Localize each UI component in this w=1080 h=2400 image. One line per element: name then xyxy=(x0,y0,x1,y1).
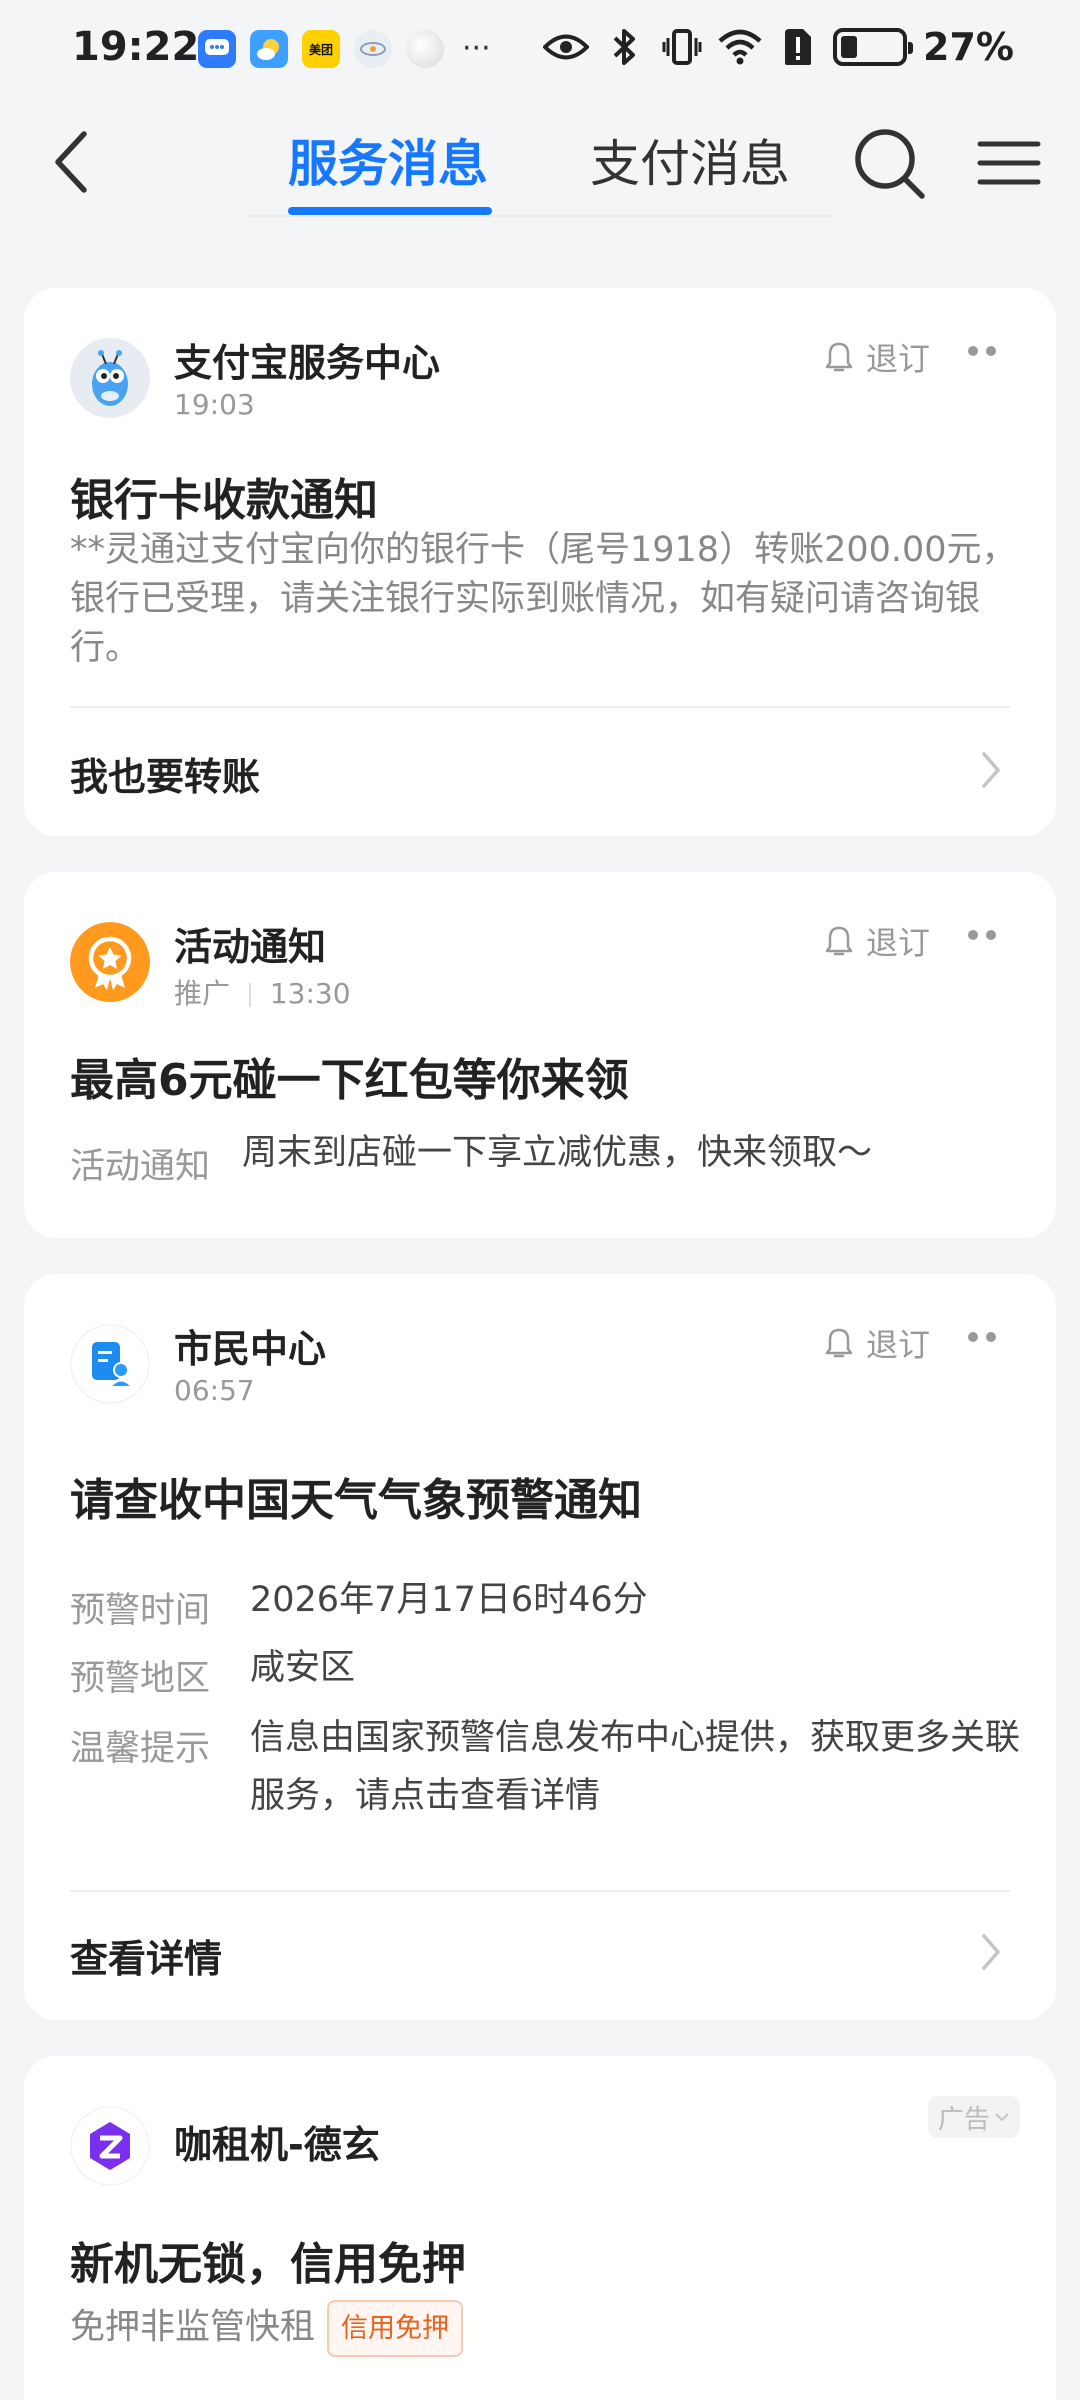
sub-label: 活动通知 xyxy=(70,1147,211,1187)
menu-button[interactable] xyxy=(974,128,1044,198)
promo-label: 推广 xyxy=(174,977,231,1010)
tip-value: 信息由国家预警信息发布中心提供，获取更多关联服务，请点击查看详情 xyxy=(250,1718,1021,1816)
warning-area-value: 咸安区 xyxy=(250,1648,356,1688)
menu-icon xyxy=(977,141,1041,185)
more-dot-icon xyxy=(968,346,978,356)
chevron-right-icon xyxy=(982,1934,1000,1970)
status-time: 19:22 xyxy=(72,24,200,70)
message-body: **灵通过支付宝向你的银行卡（尾号1918）转账200.00元，银行已受理，请关… xyxy=(70,530,1017,668)
search-icon xyxy=(855,129,925,199)
unsubscribe-label: 退订 xyxy=(865,1326,930,1364)
alipay-service-avatar[interactable] xyxy=(70,338,150,418)
ad-badge[interactable]: 广告 xyxy=(928,2096,1020,2138)
status-bar: 19:22 美团 ··· 27% xyxy=(0,0,1080,100)
more-options-button[interactable] xyxy=(968,930,996,940)
message-card-ad[interactable]: 咖租机-德玄 广告 新机无锁，信用免押 免押非监管快租 信用免押 xyxy=(24,2056,1056,2400)
more-dot-icon xyxy=(986,346,996,356)
activity-avatar[interactable] xyxy=(70,922,150,1002)
more-dot-icon xyxy=(968,930,978,940)
message-card-weather-warning[interactable]: 市民中心 06:57 退订 请查收中国天气气象预警通知 预警时间 2026年7月… xyxy=(24,1274,1056,2020)
more-dot-icon xyxy=(986,1332,996,1342)
citizen-center-avatar[interactable] xyxy=(70,1324,150,1404)
message-time: 13:30 xyxy=(269,977,351,1010)
source-name[interactable]: 活动通知 xyxy=(174,916,326,971)
transfer-action-link[interactable]: 我也要转账 xyxy=(70,746,260,801)
status-overflow: ··· xyxy=(462,31,491,66)
bell-icon xyxy=(825,926,853,956)
ad-label: 广告 xyxy=(937,2104,990,2135)
message-title: 最高6元碰一下红包等你来领 xyxy=(70,1055,629,1106)
back-arrow-icon xyxy=(55,131,87,193)
moon-app-icon xyxy=(406,30,444,68)
unsubscribe-button[interactable]: 退订 xyxy=(824,1320,930,1366)
more-dot-icon xyxy=(968,1332,978,1342)
card-divider xyxy=(70,706,1010,708)
notification-app-icons: 美团 ··· xyxy=(198,30,491,68)
message-meta: 推广 13:30 xyxy=(174,972,351,1012)
vibrate-icon xyxy=(659,24,705,70)
weather-app-icon xyxy=(250,30,288,68)
card-divider xyxy=(70,1890,1010,1892)
bluetooth-icon xyxy=(601,24,647,70)
tab-payment-messages[interactable]: 支付消息 xyxy=(590,124,790,196)
bell-icon xyxy=(825,342,853,372)
ad-subtext: 免押非监管快租 xyxy=(70,2307,316,2348)
meituan-app-icon: 美团 xyxy=(302,30,340,68)
source-name[interactable]: 市民中心 xyxy=(174,1318,326,1373)
credit-tag: 信用免押 xyxy=(327,2300,464,2357)
bell-icon xyxy=(825,1328,853,1358)
chevron-right-icon xyxy=(982,752,1000,788)
search-button[interactable] xyxy=(852,126,928,202)
message-title: 银行卡收款通知 xyxy=(70,475,378,526)
message-time: 19:03 xyxy=(174,388,255,421)
message-app-icon xyxy=(198,30,236,68)
message-time: 06:57 xyxy=(174,1374,255,1407)
more-options-button[interactable] xyxy=(968,346,996,356)
battery-percentage: 27% xyxy=(923,25,1014,69)
top-navigation: 服务消息 支付消息 xyxy=(0,100,1080,230)
message-card-bank-transfer[interactable]: 支付宝服务中心 19:03 退订 银行卡收款通知 **灵通过支付宝向你的银行卡（… xyxy=(24,288,1056,836)
unsubscribe-label: 退订 xyxy=(865,924,930,962)
eye-icon xyxy=(543,24,590,70)
message-title: 请查收中国天气气象预警通知 xyxy=(70,1475,642,1526)
unsubscribe-button[interactable]: 退订 xyxy=(824,334,930,380)
more-options-button[interactable] xyxy=(968,1332,996,1342)
wifi-icon xyxy=(717,24,763,70)
sub-text: 周末到店碰一下享立减优惠，快来领取～ xyxy=(242,1133,873,1173)
battery-level xyxy=(841,36,857,58)
back-button[interactable] xyxy=(44,122,104,202)
lotus-app-icon xyxy=(354,30,392,68)
phone-rental-avatar[interactable] xyxy=(70,2106,150,2186)
source-name[interactable]: 咖租机-德玄 xyxy=(174,2114,380,2169)
meta-separator xyxy=(248,983,251,1007)
tab-service-messages[interactable]: 服务消息 xyxy=(288,124,488,196)
tip-label: 温馨提示 xyxy=(70,1729,211,1769)
message-card-promotion[interactable]: 活动通知 推广 13:30 退订 最高6元碰一下红包等你来领 活动通知 周末到店… xyxy=(24,872,1056,1238)
warning-area-label: 预警地区 xyxy=(70,1659,211,1699)
view-details-link[interactable]: 查看详情 xyxy=(70,1928,222,1983)
battery-icon xyxy=(833,28,914,66)
tab-bar-divider xyxy=(244,215,834,217)
ad-subtext-row: 免押非监管快租 信用免押 xyxy=(70,2300,1030,2357)
alert-sim-icon xyxy=(775,24,821,70)
warning-time-value: 2026年7月17日6时46分 xyxy=(250,1580,648,1620)
unsubscribe-label: 退订 xyxy=(865,340,930,378)
source-name[interactable]: 支付宝服务中心 xyxy=(174,332,440,387)
active-tab-indicator xyxy=(288,207,492,215)
message-title: 新机无锁，信用免押 xyxy=(70,2239,466,2290)
warning-time-label: 预警时间 xyxy=(70,1591,211,1631)
chevron-down-icon xyxy=(995,2113,1009,2122)
more-dot-icon xyxy=(986,930,996,940)
unsubscribe-button[interactable]: 退订 xyxy=(824,918,930,964)
